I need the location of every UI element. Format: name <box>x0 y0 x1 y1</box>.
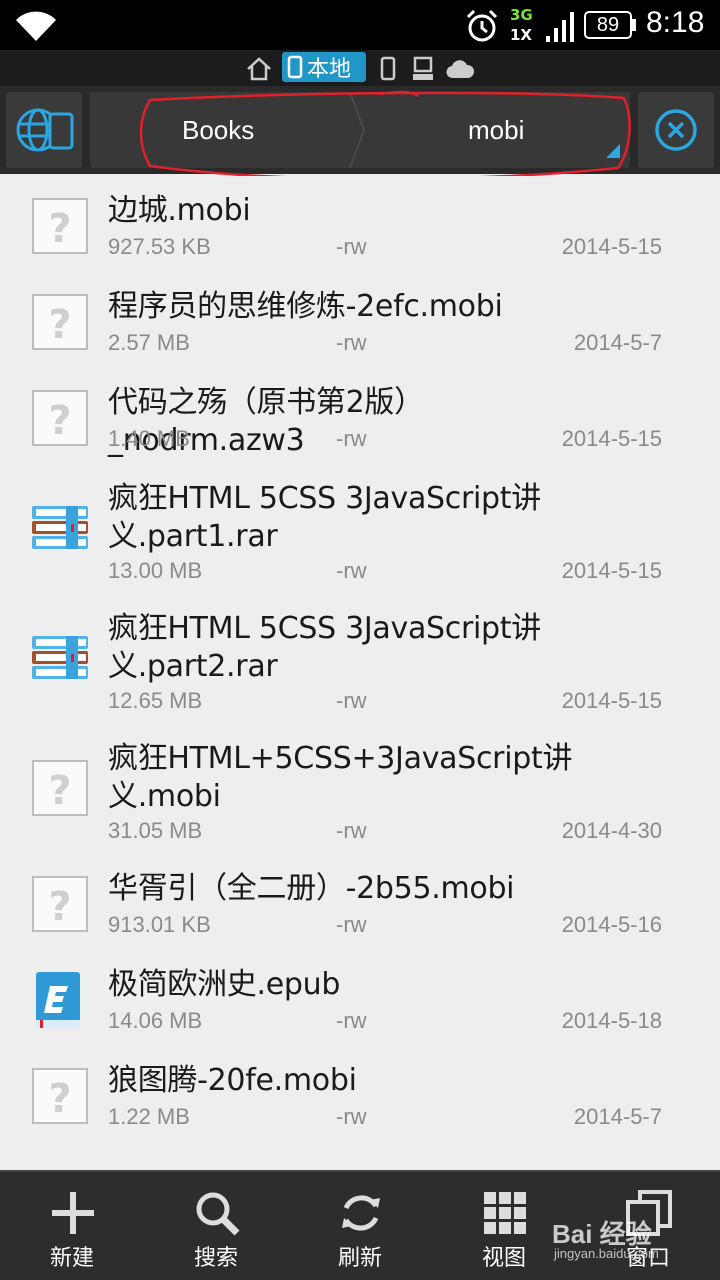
file-row[interactable]: ? 华胥引（全二册）-2b55.mobi 913.01 KB -rw 2014-5-16 <box>0 854 720 950</box>
file-name: 程序员的思维修炼-2efc.mobi <box>108 289 503 324</box>
annotation-circle <box>139 90 631 181</box>
svg-text:?: ? <box>48 1076 71 1122</box>
refresh-button[interactable]: 刷新 <box>300 1172 420 1280</box>
file-date: 2014-5-7 <box>573 330 662 355</box>
wifi-icon <box>16 11 56 41</box>
file-permissions: -rw <box>336 330 367 355</box>
unknown-file-icon: ? <box>30 1066 90 1126</box>
file-row[interactable]: ? 狼图腾-20fe.mobi 1.22 MB -rw 2014-5-7 <box>0 1046 720 1142</box>
file-size: 1.22 MB <box>108 1104 190 1129</box>
file-size: 927.53 KB <box>108 234 211 259</box>
file-name: 华胥引（全二册）-2b55.mobi <box>108 871 515 906</box>
file-date: 2014-5-15 <box>561 426 662 451</box>
epub-icon <box>30 970 90 1030</box>
battery-icon <box>632 19 636 31</box>
file-permissions: -rw <box>336 234 367 259</box>
view-button[interactable]: 视图 <box>444 1172 564 1280</box>
file-size: 12.65 MB <box>108 688 203 713</box>
file-permissions: -rw <box>336 1008 367 1033</box>
file-size: 2.57 MB <box>108 330 190 355</box>
file-name: 疯狂HTML 5CSS 3JavaScript讲义.part2.rar <box>108 611 541 684</box>
file-size: 1.40 MB <box>108 426 190 451</box>
file-row[interactable]: ? 代码之殇（原书第2版）_nodrm.azw3 1.40 MB -rw 2014-5-… <box>0 368 720 464</box>
file-date: 2014-5-15 <box>561 234 662 259</box>
file-row[interactable]: 疯狂HTML 5CSS 3JavaScript讲义.part1.rar 13.00… <box>0 464 720 594</box>
file-permissions: -rw <box>336 688 367 713</box>
network-1x-label: 1X <box>510 26 533 44</box>
unknown-file-icon: ? <box>30 874 90 934</box>
file-row[interactable]: 疯狂HTML 5CSS 3JavaScript讲义.part2.rar 12.65… <box>0 594 720 724</box>
file-row[interactable]: 极简欧洲史.epub 14.06 MB -rw 2014-5-18 <box>0 950 720 1046</box>
refresh-button-label: 刷新 <box>337 1246 382 1271</box>
file-date: 2014-4-30 <box>561 818 662 843</box>
svg-text:?: ? <box>48 302 71 348</box>
file-size: 913.01 KB <box>108 912 211 937</box>
signal-icon <box>546 12 574 42</box>
new-button[interactable]: 新建 <box>12 1172 132 1280</box>
search-icon <box>196 1192 240 1236</box>
file-name: 疯狂HTML+5CSS+3JavaScript讲义.mobi <box>108 741 573 814</box>
network-3g-label: 3G <box>510 6 533 24</box>
file-row[interactable]: ? 程序员的思维修炼-2efc.mobi 2.57 MB -rw 2014-5-7 <box>0 272 720 368</box>
svg-text:?: ? <box>48 398 71 444</box>
file-list[interactable]: ? 边城.mobi 927.53 KB -rw 2014-5-15? 程序员的思维修炼-2… <box>0 176 720 1170</box>
watermark-url: jingyan.baidu.com <box>554 1246 659 1261</box>
file-permissions: -rw <box>336 818 367 843</box>
file-size: 14.06 MB <box>108 1008 203 1033</box>
svg-text:?: ? <box>48 206 71 252</box>
file-size: 13.00 MB <box>108 558 203 583</box>
view-button-label: 视图 <box>481 1246 526 1271</box>
file-date: 2014-5-18 <box>561 1008 662 1033</box>
file-date: 2014-5-15 <box>561 558 662 583</box>
battery-level: 89 <box>584 11 632 39</box>
file-date: 2014-5-7 <box>573 1104 662 1129</box>
file-permissions: -rw <box>336 426 367 451</box>
new-button-label: 新建 <box>49 1246 94 1271</box>
archive-icon <box>30 628 90 688</box>
file-date: 2014-5-16 <box>561 912 662 937</box>
alarm-icon <box>466 9 498 42</box>
file-name: 狼图腾-20fe.mobi <box>108 1063 357 1098</box>
search-button[interactable]: 搜索 <box>156 1172 276 1280</box>
clock: 8:18 <box>646 6 705 39</box>
file-row[interactable]: ? 边城.mobi 927.53 KB -rw 2014-5-15 <box>0 176 720 272</box>
unknown-file-icon: ? <box>30 292 90 352</box>
unknown-file-icon: ? <box>30 196 90 256</box>
file-permissions: -rw <box>336 558 367 583</box>
svg-text:?: ? <box>48 768 71 814</box>
plus-icon <box>52 1192 94 1234</box>
file-permissions: -rw <box>336 1104 367 1129</box>
file-name: 疯狂HTML 5CSS 3JavaScript讲义.part1.rar <box>108 481 541 554</box>
file-name: 边城.mobi <box>108 193 251 228</box>
network-indicator: 3G 1X <box>510 6 576 46</box>
file-date: 2014-5-15 <box>561 688 662 713</box>
grid-icon <box>484 1192 526 1234</box>
refresh-icon <box>342 1195 380 1231</box>
file-permissions: -rw <box>336 912 367 937</box>
unknown-file-icon: ? <box>30 388 90 448</box>
file-row[interactable]: ? 疯狂HTML+5CSS+3JavaScript讲义.mobi 31.05 MB -… <box>0 724 720 854</box>
svg-text:?: ? <box>48 884 71 930</box>
unknown-file-icon: ? <box>30 758 90 818</box>
search-button-label: 搜索 <box>193 1246 238 1271</box>
archive-icon <box>30 498 90 558</box>
status-bar: 3G 1X 89 8:18 <box>0 0 720 50</box>
file-name: 极简欧洲史.epub <box>108 967 341 1002</box>
file-size: 31.05 MB <box>108 818 203 843</box>
